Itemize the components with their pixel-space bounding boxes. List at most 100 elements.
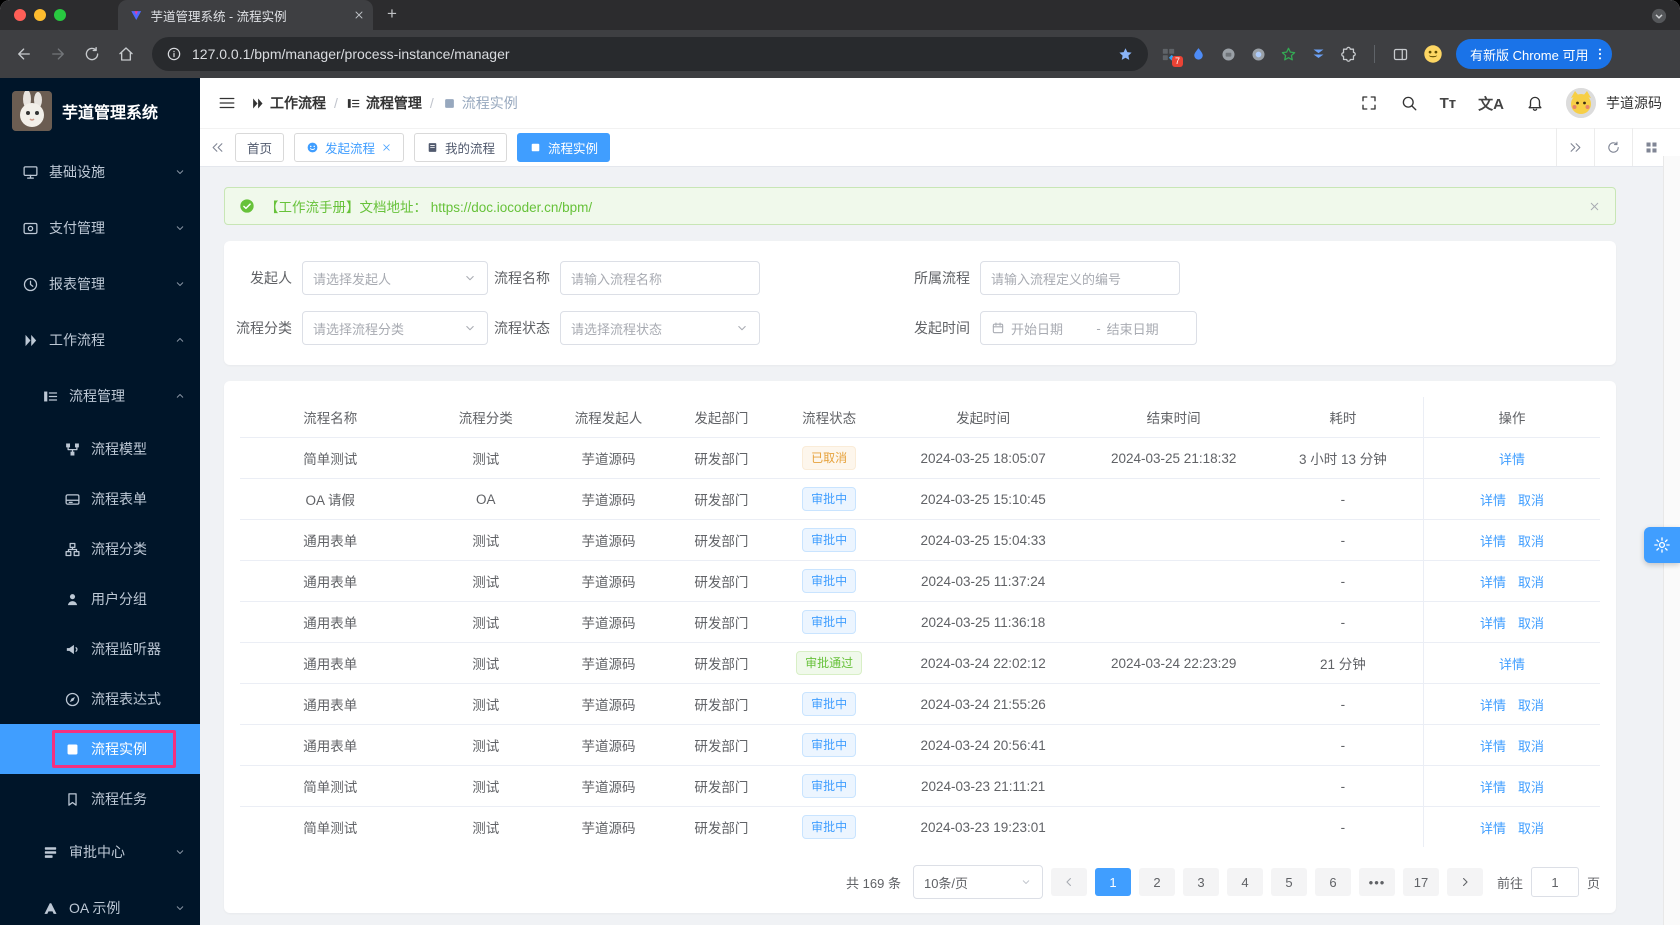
traffic-lights[interactable]	[14, 9, 66, 21]
theme-settings-button[interactable]	[1644, 527, 1680, 563]
sidebar-item[interactable]: 流程表达式	[0, 674, 200, 724]
reload-icon[interactable]	[78, 40, 106, 68]
action-detail-link[interactable]: 详情	[1480, 739, 1506, 754]
sidebar-item[interactable]: 用户分组	[0, 574, 200, 624]
breadcrumb-item[interactable]: 流程实例	[442, 93, 518, 113]
action-cancel-link[interactable]: 取消	[1518, 821, 1544, 836]
user-avatar[interactable]	[1566, 88, 1596, 118]
url-text[interactable]: 127.0.0.1/bpm/manager/process-instance/m…	[192, 46, 1107, 62]
action-cancel-link[interactable]: 取消	[1518, 534, 1544, 549]
action-cancel-link[interactable]: 取消	[1518, 780, 1544, 795]
page-number-button[interactable]: 3	[1182, 868, 1219, 896]
browser-tab[interactable]: 芋道管理系统 - 流程实例	[118, 0, 373, 30]
username[interactable]: 芋道源码	[1606, 93, 1662, 113]
fullscreen-icon[interactable]	[1360, 94, 1378, 112]
ext-drop-icon[interactable]	[1190, 46, 1207, 63]
page-tab[interactable]: 我的流程	[414, 132, 508, 162]
sidebar-item[interactable]: 审批中心	[0, 824, 200, 880]
sidebar-item[interactable]: 流程监听器	[0, 624, 200, 674]
action-detail-link[interactable]: 详情	[1499, 657, 1525, 672]
breadcrumb-item[interactable]: 流程管理	[346, 93, 422, 113]
action-detail-link[interactable]: 详情	[1480, 780, 1506, 795]
page-number-button[interactable]: 17	[1402, 868, 1439, 896]
goto-page-input[interactable]: 1	[1530, 867, 1579, 897]
close-tab-icon[interactable]	[381, 142, 392, 153]
page-number-button[interactable]: 4	[1226, 868, 1263, 896]
page-tab[interactable]: 流程实例	[517, 132, 611, 162]
action-cancel-link[interactable]: 取消	[1518, 739, 1544, 754]
process-def-input[interactable]: 请输入流程定义的编号	[980, 261, 1180, 295]
ext-gray-icon[interactable]	[1220, 46, 1237, 63]
action-cancel-link[interactable]: 取消	[1518, 616, 1544, 631]
app-logo-block[interactable]: 芋道管理系统	[0, 78, 200, 144]
page-number-button[interactable]: •••	[1358, 868, 1395, 896]
sidebar-item[interactable]: 流程模型	[0, 424, 200, 474]
action-cancel-link[interactable]: 取消	[1518, 493, 1544, 508]
ext-green-star-icon[interactable]	[1280, 46, 1297, 63]
action-detail-link[interactable]: 详情	[1480, 616, 1506, 631]
back-icon[interactable]	[10, 40, 38, 68]
profile-emoji-icon[interactable]	[1422, 43, 1444, 65]
action-cancel-link[interactable]: 取消	[1518, 575, 1544, 590]
page-tab[interactable]: 发起流程	[294, 132, 405, 162]
collapse-menu-icon[interactable]	[218, 94, 236, 112]
sidebar-item[interactable]: 流程分类	[0, 524, 200, 574]
page-size-select[interactable]: 10条/页	[912, 865, 1043, 899]
ext-blocks-icon[interactable]: 7	[1160, 46, 1183, 67]
sidebar-item[interactable]: 流程管理	[0, 368, 200, 424]
prev-page-button[interactable]	[1050, 868, 1087, 896]
category-select[interactable]: 请选择流程分类	[302, 311, 488, 345]
search-icon[interactable]	[1400, 94, 1418, 112]
banner-close-icon[interactable]	[1588, 200, 1601, 213]
kebab-menu-icon[interactable]	[1592, 46, 1608, 62]
doc-link[interactable]: https://doc.iocoder.cn/bpm/	[431, 200, 592, 215]
action-detail-link[interactable]: 详情	[1480, 534, 1506, 549]
tabs-refresh-icon[interactable]	[1594, 128, 1632, 166]
next-page-button[interactable]	[1446, 868, 1483, 896]
initiator-select[interactable]: 请选择发起人	[302, 261, 488, 295]
minimize-window-button[interactable]	[34, 9, 46, 21]
font-size-icon[interactable]: Tт	[1440, 95, 1457, 112]
page-number-button[interactable]: 2	[1138, 868, 1175, 896]
forward-icon[interactable]	[44, 40, 72, 68]
ext-circle-icon[interactable]	[1250, 46, 1267, 63]
sidebar-item[interactable]: 流程任务	[0, 774, 200, 824]
ext-chevrons-icon[interactable]	[1310, 46, 1327, 63]
sidebar-item[interactable]: 支付管理	[0, 200, 200, 256]
sidebar-item[interactable]: 基础设施	[0, 144, 200, 200]
action-detail-link[interactable]: 详情	[1480, 493, 1506, 508]
action-detail-link[interactable]: 详情	[1480, 821, 1506, 836]
sidebar-item[interactable]: OA 示例	[0, 880, 200, 925]
notification-bell-icon[interactable]	[1526, 94, 1544, 112]
chrome-update-button[interactable]: 有新版 Chrome 可用	[1456, 39, 1613, 69]
start-time-daterange[interactable]: 开始日期 - 结束日期	[980, 311, 1197, 345]
page-number-button[interactable]: 5	[1270, 868, 1307, 896]
sidebar-item[interactable]: 报表管理	[0, 256, 200, 312]
action-detail-link[interactable]: 详情	[1480, 575, 1506, 590]
action-detail-link[interactable]: 详情	[1480, 698, 1506, 713]
tabs-scroll-right-icon[interactable]	[1556, 128, 1594, 166]
new-tab-button[interactable]: +	[387, 4, 397, 24]
action-cancel-link[interactable]: 取消	[1518, 698, 1544, 713]
status-select[interactable]: 请选择流程状态	[560, 311, 760, 345]
process-name-input[interactable]: 请输入流程名称	[560, 261, 760, 295]
close-window-button[interactable]	[14, 9, 26, 21]
page-number-button[interactable]: 6	[1314, 868, 1351, 896]
tabs-scroll-left-icon[interactable]	[210, 140, 225, 155]
sidebar-item[interactable]: 工作流程	[0, 312, 200, 368]
maximize-window-button[interactable]	[54, 9, 66, 21]
bookmark-star-icon[interactable]	[1117, 46, 1134, 63]
address-bar[interactable]: 127.0.0.1/bpm/manager/process-instance/m…	[152, 37, 1148, 71]
home-icon[interactable]	[112, 40, 140, 68]
page-number-button[interactable]: 1	[1094, 868, 1131, 896]
sidebar-item[interactable]: 流程表单	[0, 474, 200, 524]
site-info-icon[interactable]	[166, 46, 182, 62]
tab-search-chevron-icon[interactable]	[1650, 7, 1668, 25]
action-detail-link[interactable]: 详情	[1499, 452, 1525, 467]
locale-icon[interactable]: 文A	[1478, 93, 1504, 114]
side-panel-icon[interactable]	[1392, 46, 1409, 63]
page-tab[interactable]: 首页	[235, 132, 285, 162]
sidebar-item[interactable]: 流程实例	[0, 724, 200, 774]
breadcrumb-item[interactable]: 工作流程	[250, 93, 326, 113]
extensions-puzzle-icon[interactable]	[1340, 46, 1357, 63]
